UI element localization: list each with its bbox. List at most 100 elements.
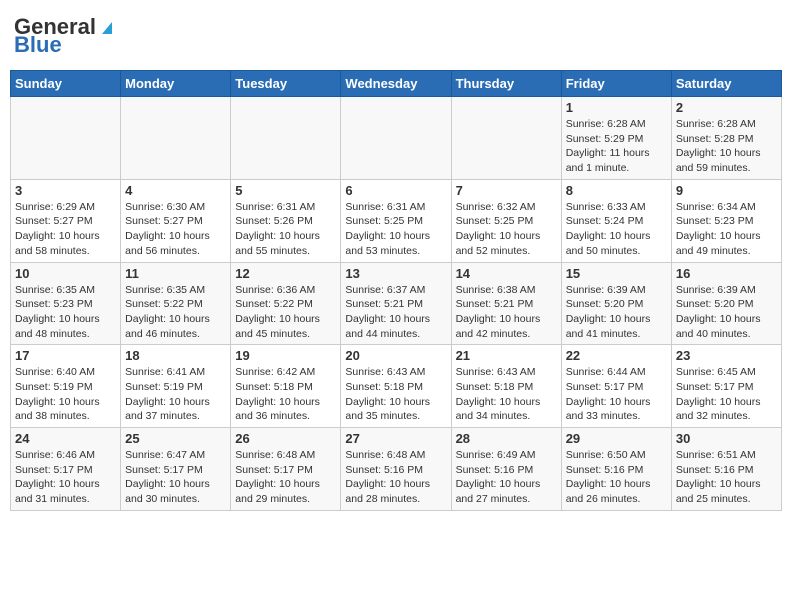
cell-day-number: 1 xyxy=(566,100,667,115)
weekday-header: Sunday xyxy=(11,71,121,97)
logo-blue-text: Blue xyxy=(14,34,116,56)
cell-day-number: 3 xyxy=(15,183,116,198)
cell-day-number: 18 xyxy=(125,348,226,363)
calendar-cell: 13 Sunrise: 6:37 AM Sunset: 5:21 PM Dayli… xyxy=(341,262,451,345)
calendar-cell: 29Sunrise: 6:50 AM Sunset: 5:16 PM Dayli… xyxy=(561,428,671,511)
cell-day-number: 25 xyxy=(125,431,226,446)
calendar-cell: 3 Sunrise: 6:29 AM Sunset: 5:27 PM Daylig… xyxy=(11,179,121,262)
cell-day-number: 26 xyxy=(235,431,336,446)
calendar-cell: 17 Sunrise: 6:40 AM Sunset: 5:19 PM Dayli… xyxy=(11,345,121,428)
calendar-cell: 25 Sunrise: 6:47 AM Sunset: 5:17 PM Dayli… xyxy=(121,428,231,511)
cell-day-number: 13 xyxy=(345,266,446,281)
cell-day-number: 20 xyxy=(345,348,446,363)
calendar-header-row: SundayMondayTuesdayWednesdayThursdayFrid… xyxy=(11,71,782,97)
cell-info-text: Sunrise: 6:44 AM Sunset: 5:17 PM Dayligh… xyxy=(566,365,667,424)
calendar-cell: 9 Sunrise: 6:34 AM Sunset: 5:23 PM Daylig… xyxy=(671,179,781,262)
cell-day-number: 2 xyxy=(676,100,777,115)
calendar-cell: 26Sunrise: 6:48 AM Sunset: 5:17 PM Dayli… xyxy=(231,428,341,511)
calendar-cell: 16 Sunrise: 6:39 AM Sunset: 5:20 PM Dayli… xyxy=(671,262,781,345)
cell-day-number: 6 xyxy=(345,183,446,198)
calendar-cell: 15 Sunrise: 6:39 AM Sunset: 5:20 PM Dayli… xyxy=(561,262,671,345)
cell-day-number: 8 xyxy=(566,183,667,198)
cell-info-text: Sunrise: 6:40 AM Sunset: 5:19 PM Dayligh… xyxy=(15,365,116,424)
cell-info-text: Sunrise: 6:28 AM Sunset: 5:28 PM Dayligh… xyxy=(676,117,777,176)
calendar-cell: 21 Sunrise: 6:43 AM Sunset: 5:18 PM Dayli… xyxy=(451,345,561,428)
page-header: General Blue xyxy=(10,10,782,62)
calendar-week-row: 3 Sunrise: 6:29 AM Sunset: 5:27 PM Daylig… xyxy=(11,179,782,262)
cell-info-text: Sunrise: 6:36 AM Sunset: 5:22 PM Dayligh… xyxy=(235,283,336,342)
cell-info-text: Sunrise: 6:41 AM Sunset: 5:19 PM Dayligh… xyxy=(125,365,226,424)
cell-info-text: Sunrise: 6:35 AM Sunset: 5:22 PM Dayligh… xyxy=(125,283,226,342)
cell-info-text: Sunrise: 6:48 AM Sunset: 5:16 PM Dayligh… xyxy=(345,448,446,507)
cell-info-text: Sunrise: 6:50 AM Sunset: 5:16 PM Dayligh… xyxy=(566,448,667,507)
cell-day-number: 15 xyxy=(566,266,667,281)
calendar-cell: 18 Sunrise: 6:41 AM Sunset: 5:19 PM Dayli… xyxy=(121,345,231,428)
cell-info-text: Sunrise: 6:33 AM Sunset: 5:24 PM Dayligh… xyxy=(566,200,667,259)
cell-day-number: 4 xyxy=(125,183,226,198)
calendar-cell: 10 Sunrise: 6:35 AM Sunset: 5:23 PM Dayli… xyxy=(11,262,121,345)
calendar-cell xyxy=(121,97,231,180)
cell-day-number: 17 xyxy=(15,348,116,363)
cell-info-text: Sunrise: 6:43 AM Sunset: 5:18 PM Dayligh… xyxy=(345,365,446,424)
cell-day-number: 27 xyxy=(345,431,446,446)
cell-day-number: 30 xyxy=(676,431,777,446)
calendar-cell: 30 Sunrise: 6:51 AM Sunset: 5:16 PM Dayli… xyxy=(671,428,781,511)
calendar-cell: 5 Sunrise: 6:31 AM Sunset: 5:26 PM Daylig… xyxy=(231,179,341,262)
cell-info-text: Sunrise: 6:47 AM Sunset: 5:17 PM Dayligh… xyxy=(125,448,226,507)
calendar-week-row: 10 Sunrise: 6:35 AM Sunset: 5:23 PM Dayli… xyxy=(11,262,782,345)
cell-info-text: Sunrise: 6:31 AM Sunset: 5:26 PM Dayligh… xyxy=(235,200,336,259)
cell-day-number: 19 xyxy=(235,348,336,363)
calendar-table: SundayMondayTuesdayWednesdayThursdayFrid… xyxy=(10,70,782,511)
calendar-cell: 19 Sunrise: 6:42 AM Sunset: 5:18 PM Dayli… xyxy=(231,345,341,428)
cell-day-number: 14 xyxy=(456,266,557,281)
calendar-cell: 2 Sunrise: 6:28 AM Sunset: 5:28 PM Daylig… xyxy=(671,97,781,180)
cell-info-text: Sunrise: 6:39 AM Sunset: 5:20 PM Dayligh… xyxy=(566,283,667,342)
weekday-header: Monday xyxy=(121,71,231,97)
cell-day-number: 9 xyxy=(676,183,777,198)
cell-info-text: Sunrise: 6:35 AM Sunset: 5:23 PM Dayligh… xyxy=(15,283,116,342)
cell-info-text: Sunrise: 6:43 AM Sunset: 5:18 PM Dayligh… xyxy=(456,365,557,424)
cell-day-number: 16 xyxy=(676,266,777,281)
cell-info-text: Sunrise: 6:42 AM Sunset: 5:18 PM Dayligh… xyxy=(235,365,336,424)
cell-info-text: Sunrise: 6:37 AM Sunset: 5:21 PM Dayligh… xyxy=(345,283,446,342)
calendar-cell: 1 Sunrise: 6:28 AM Sunset: 5:29 PM Daylig… xyxy=(561,97,671,180)
cell-info-text: Sunrise: 6:32 AM Sunset: 5:25 PM Dayligh… xyxy=(456,200,557,259)
calendar-cell xyxy=(451,97,561,180)
cell-day-number: 21 xyxy=(456,348,557,363)
cell-info-text: Sunrise: 6:28 AM Sunset: 5:29 PM Dayligh… xyxy=(566,117,667,176)
calendar-cell: 22 Sunrise: 6:44 AM Sunset: 5:17 PM Dayli… xyxy=(561,345,671,428)
cell-info-text: Sunrise: 6:39 AM Sunset: 5:20 PM Dayligh… xyxy=(676,283,777,342)
calendar-cell: 6 Sunrise: 6:31 AM Sunset: 5:25 PM Daylig… xyxy=(341,179,451,262)
calendar-cell: 11 Sunrise: 6:35 AM Sunset: 5:22 PM Dayli… xyxy=(121,262,231,345)
weekday-header: Wednesday xyxy=(341,71,451,97)
cell-day-number: 7 xyxy=(456,183,557,198)
cell-day-number: 11 xyxy=(125,266,226,281)
weekday-header: Saturday xyxy=(671,71,781,97)
cell-info-text: Sunrise: 6:46 AM Sunset: 5:17 PM Dayligh… xyxy=(15,448,116,507)
cell-day-number: 22 xyxy=(566,348,667,363)
calendar-week-row: 17 Sunrise: 6:40 AM Sunset: 5:19 PM Dayli… xyxy=(11,345,782,428)
calendar-cell: 12 Sunrise: 6:36 AM Sunset: 5:22 PM Dayli… xyxy=(231,262,341,345)
logo: General Blue xyxy=(14,16,116,56)
cell-day-number: 28 xyxy=(456,431,557,446)
calendar-cell: 14 Sunrise: 6:38 AM Sunset: 5:21 PM Dayli… xyxy=(451,262,561,345)
cell-day-number: 10 xyxy=(15,266,116,281)
calendar-week-row: 1 Sunrise: 6:28 AM Sunset: 5:29 PM Daylig… xyxy=(11,97,782,180)
cell-info-text: Sunrise: 6:31 AM Sunset: 5:25 PM Dayligh… xyxy=(345,200,446,259)
cell-day-number: 12 xyxy=(235,266,336,281)
calendar-cell xyxy=(341,97,451,180)
cell-day-number: 24 xyxy=(15,431,116,446)
cell-info-text: Sunrise: 6:34 AM Sunset: 5:23 PM Dayligh… xyxy=(676,200,777,259)
weekday-header: Thursday xyxy=(451,71,561,97)
cell-info-text: Sunrise: 6:38 AM Sunset: 5:21 PM Dayligh… xyxy=(456,283,557,342)
calendar-cell: 23 Sunrise: 6:45 AM Sunset: 5:17 PM Dayli… xyxy=(671,345,781,428)
weekday-header: Friday xyxy=(561,71,671,97)
cell-info-text: Sunrise: 6:29 AM Sunset: 5:27 PM Dayligh… xyxy=(15,200,116,259)
cell-info-text: Sunrise: 6:45 AM Sunset: 5:17 PM Dayligh… xyxy=(676,365,777,424)
calendar-cell: 20 Sunrise: 6:43 AM Sunset: 5:18 PM Dayli… xyxy=(341,345,451,428)
cell-day-number: 5 xyxy=(235,183,336,198)
cell-info-text: Sunrise: 6:49 AM Sunset: 5:16 PM Dayligh… xyxy=(456,448,557,507)
cell-info-text: Sunrise: 6:51 AM Sunset: 5:16 PM Dayligh… xyxy=(676,448,777,507)
cell-day-number: 23 xyxy=(676,348,777,363)
weekday-header: Tuesday xyxy=(231,71,341,97)
